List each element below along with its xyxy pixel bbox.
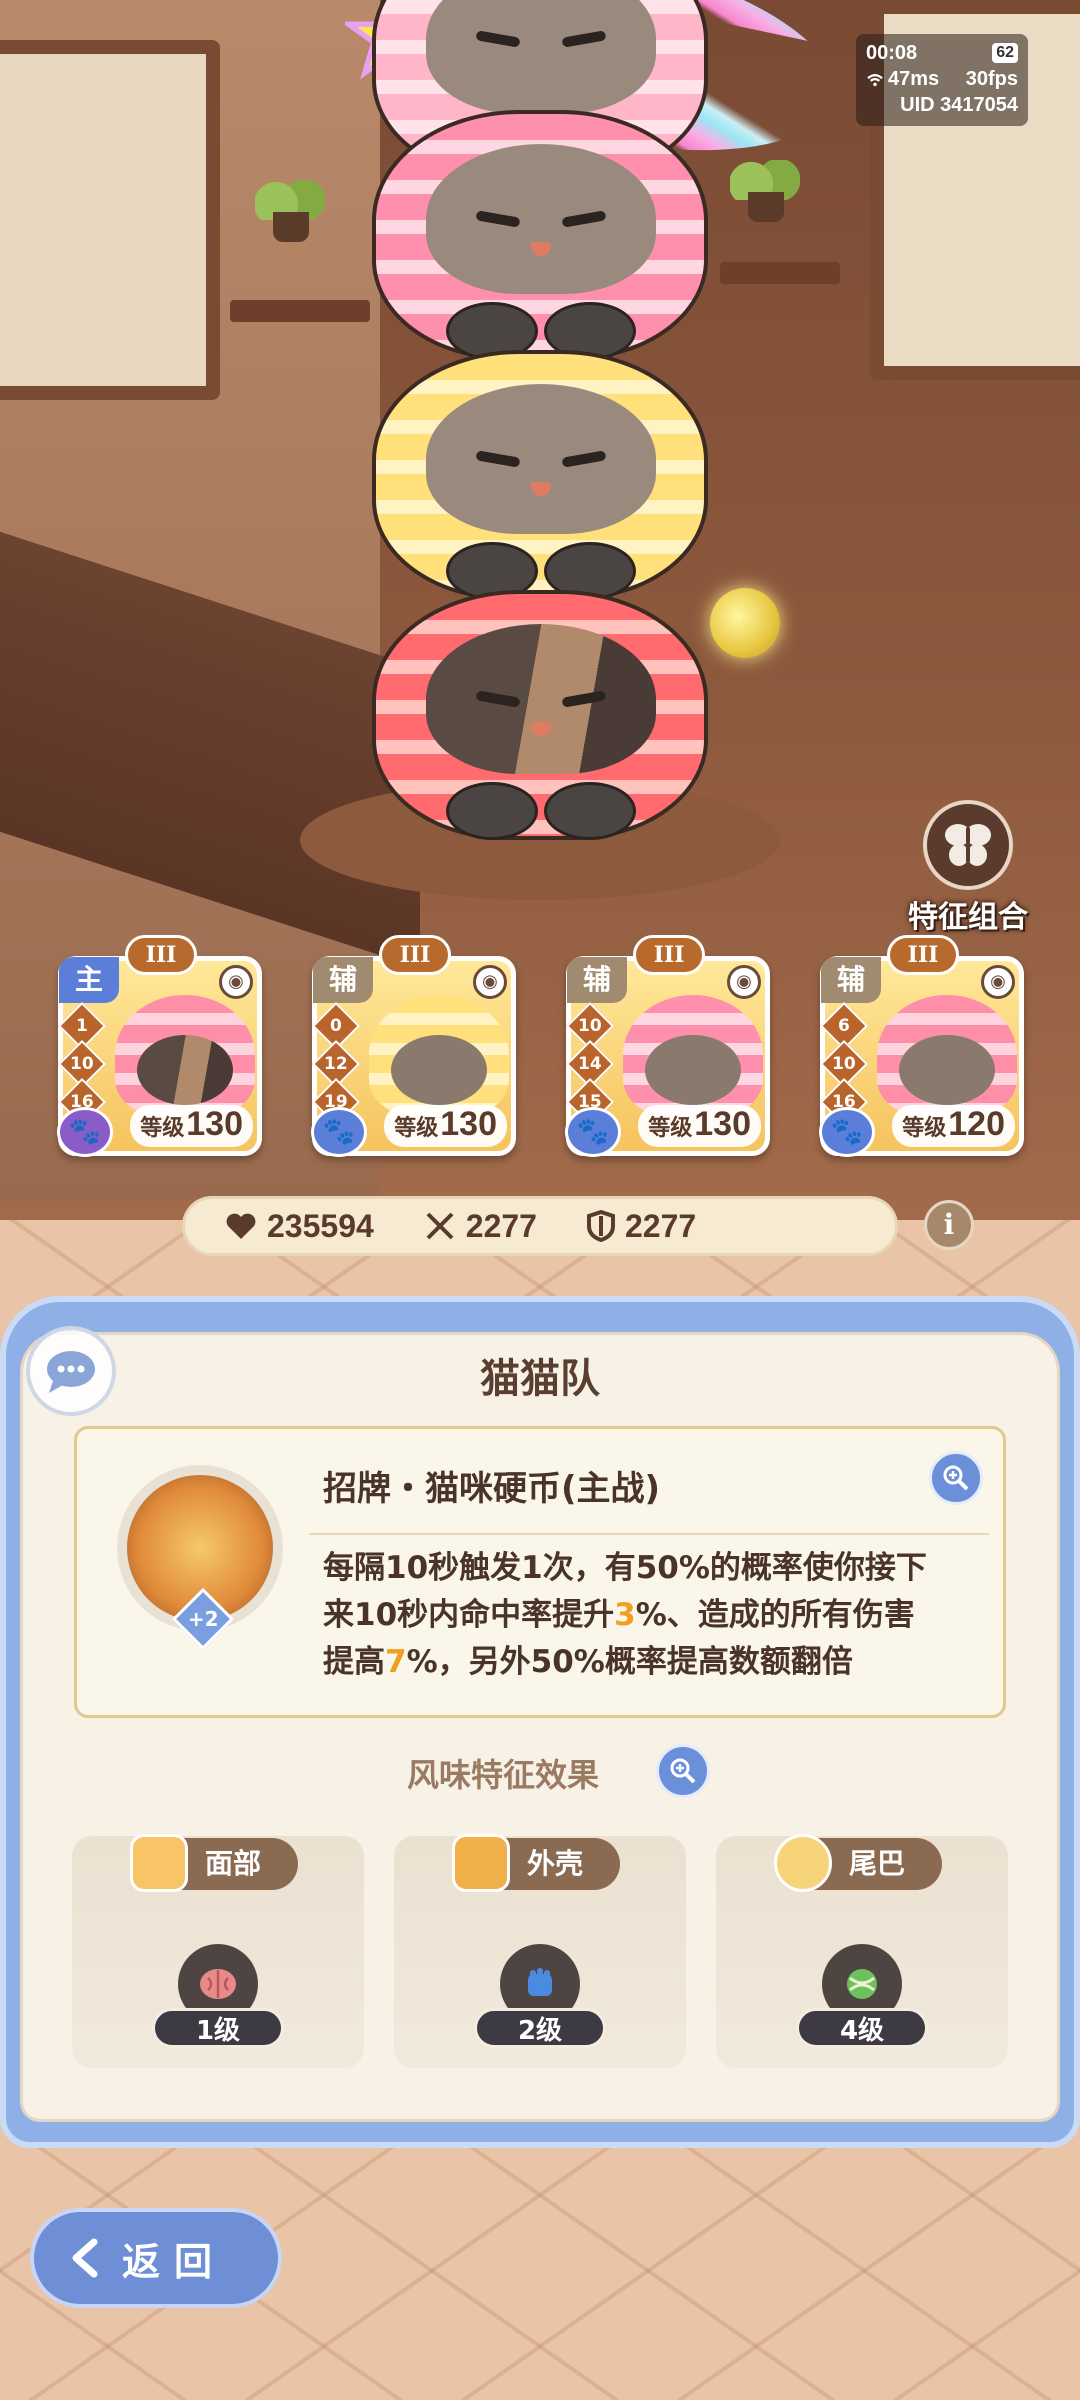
skill-box: +2 招牌・猫咪硬币(主战) 每隔10秒触发1次，有50%的概率使你接下 来10… <box>74 1426 1006 1718</box>
shield-icon <box>586 1210 615 1242</box>
level-badge: 等级 120 <box>892 1105 1015 1147</box>
rank-value: 10 <box>832 1053 856 1074</box>
cat-portrait <box>623 995 763 1115</box>
tier-badge: III <box>125 935 197 975</box>
role-badge: 辅 <box>313 957 373 1003</box>
flavor-zoom-button[interactable] <box>656 1744 710 1798</box>
defense-stat: 2277 <box>586 1207 697 1245</box>
paw-icon: 🐾 <box>819 1107 875 1157</box>
coin-skill-icon: +2 <box>117 1465 283 1651</box>
rank-value: 6 <box>838 1016 850 1036</box>
level-badge: 等级 130 <box>130 1105 253 1147</box>
paw-icon: 🐾 <box>311 1107 367 1157</box>
lock-icon[interactable]: ◉ <box>473 965 507 999</box>
heart-icon <box>226 1213 256 1239</box>
role-badge: 主 <box>59 957 119 1003</box>
team-stats-bar: 235594 2277 2277 <box>182 1196 898 1256</box>
cat-portrait <box>115 995 255 1115</box>
cat-face-icon <box>130 1834 188 1892</box>
crossed-swords-icon <box>426 1212 454 1240</box>
info-icon[interactable]: i <box>924 1200 974 1250</box>
level-badge: 等级 130 <box>384 1105 507 1147</box>
tier-badge: III <box>887 935 959 975</box>
trait-card-shell[interactable]: 外壳 2级 <box>394 1834 686 2068</box>
stacked-cat-3 <box>372 350 708 600</box>
plant-right <box>730 160 800 222</box>
skill-description: 每隔10秒触发1次，有50%的概率使你接下 来10秒内命中率提升3%、造成的所有… <box>323 1550 927 1680</box>
team-cards: 主 III ◉ 1 10 16 🐾 等级 130 辅 III ◉ 0 12 19 … <box>57 935 1028 1166</box>
rank-list: 6 10 16 <box>819 1001 869 1127</box>
trait-card-face[interactable]: 面部 1级 <box>72 1834 364 2068</box>
shelf-left <box>230 300 370 322</box>
attack-value: 2277 <box>465 1207 537 1244</box>
cat-card-support-1[interactable]: 辅 III ◉ 0 12 19 🐾 等级 130 <box>311 935 516 1157</box>
tier-badge: III <box>379 935 451 975</box>
status-overlay: 00:08 62 47ms 30fps UID 3417054 <box>856 34 1028 126</box>
skill-name: 招牌・猫咪硬币(主战) <box>323 1469 661 1509</box>
ping-readout: 47ms <box>866 66 939 92</box>
cat-card-support-3[interactable]: 辅 III ◉ 6 10 16 🐾 等级 120 <box>819 935 1024 1157</box>
rank-list: 1 10 16 <box>57 1001 107 1127</box>
role-badge: 辅 <box>821 957 881 1003</box>
rank-value: 14 <box>578 1053 602 1074</box>
back-button[interactable]: 返回 <box>30 2208 282 2308</box>
shell-icon <box>452 1834 510 1892</box>
level-badge: 等级 130 <box>638 1105 761 1147</box>
trait-level: 1级 <box>152 2008 284 2048</box>
cat-card-support-2[interactable]: 辅 III ◉ 10 14 15 🐾 等级 130 <box>565 935 770 1157</box>
cat-card-main[interactable]: 主 III ◉ 1 10 16 🐾 等级 130 <box>57 935 262 1157</box>
uid-readout: UID 3417054 <box>900 94 1018 116</box>
trait-level: 4级 <box>796 2008 928 2048</box>
lock-icon[interactable]: ◉ <box>981 965 1015 999</box>
panel-title: 猫猫队 <box>480 1356 600 1402</box>
magnifier-icon <box>670 1758 696 1784</box>
butterfly-icon <box>923 800 1013 890</box>
back-label: 返回 <box>122 2239 227 2284</box>
rank-list: 0 12 19 <box>311 1001 361 1127</box>
attack-stat: 2277 <box>424 1208 537 1245</box>
shelf-right <box>720 262 840 284</box>
paw-icon: 🐾 <box>57 1107 113 1157</box>
cat-portrait <box>877 995 1017 1115</box>
glowing-orb <box>710 588 780 658</box>
fps-readout: 30fps <box>965 68 1018 90</box>
magnifier-icon <box>943 1465 969 1491</box>
tail-icon <box>774 1834 832 1892</box>
rank-value: 0 <box>330 1016 342 1036</box>
stacked-cat-2 <box>372 110 708 360</box>
flavor-section-title: 风味特征效果 <box>406 1756 599 1794</box>
trait-level: 2级 <box>474 2008 606 2048</box>
skill-zoom-button[interactable] <box>929 1451 983 1505</box>
rank-value: 10 <box>578 1015 602 1036</box>
divider <box>309 1533 989 1535</box>
back-arrow-icon <box>72 2238 98 2278</box>
trait-combo-label: 特征组合 <box>908 900 1028 935</box>
trait-combo-button[interactable]: 特征组合 <box>898 800 1038 935</box>
lock-icon[interactable]: ◉ <box>727 965 761 999</box>
rank-value: 1 <box>76 1016 88 1036</box>
clock: 00:08 <box>866 42 918 64</box>
role-badge: 辅 <box>567 957 627 1003</box>
rank-list: 10 14 15 <box>565 1001 615 1127</box>
tier-badge: III <box>633 935 705 975</box>
wifi-icon <box>867 73 883 86</box>
skill-bonus-badge: +2 <box>171 1587 235 1651</box>
rank-value: 12 <box>324 1053 348 1074</box>
hp-stat: 235594 <box>225 1208 374 1245</box>
cat-portrait <box>369 995 509 1115</box>
hp-value: 235594 <box>267 1207 374 1244</box>
trait-card-tail[interactable]: 尾巴 4级 <box>716 1834 1008 2068</box>
battery-indicator: 62 <box>992 43 1018 63</box>
paw-icon: 🐾 <box>565 1107 621 1157</box>
rank-value: 10 <box>70 1053 94 1074</box>
stacked-cat-4 <box>372 590 708 840</box>
lock-icon[interactable]: ◉ <box>219 965 253 999</box>
defense-value: 2277 <box>624 1207 697 1244</box>
window-left <box>0 40 220 400</box>
plant-left <box>255 180 325 242</box>
